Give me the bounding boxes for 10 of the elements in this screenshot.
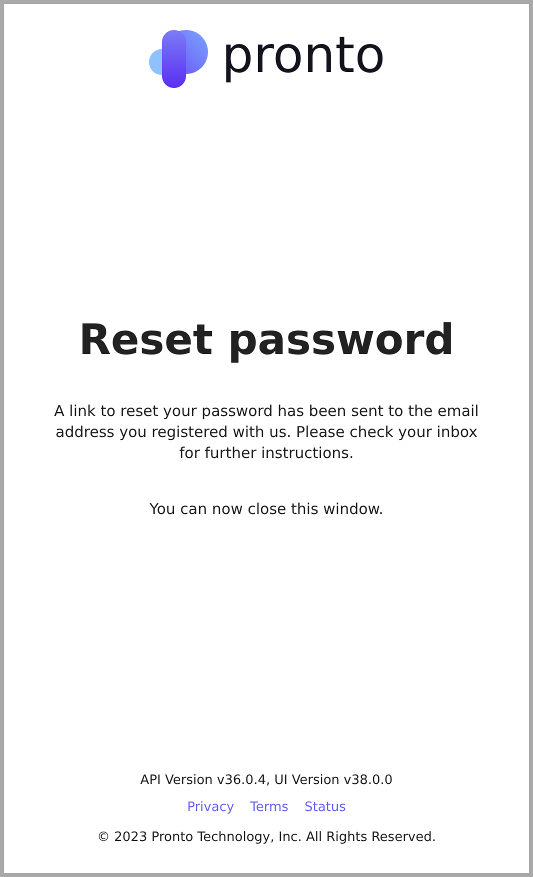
confirmation-message: A link to reset your password has been sent to the email address you registered with us. Please check your inbox for further instructions. [53, 401, 480, 464]
logo-wordmark: pronto [222, 30, 386, 86]
copyright-text: © 2023 Pronto Technology, Inc. All Rights Reserved. [97, 828, 436, 846]
version-text: API Version v36.0.4, UI Version v38.0.0 [140, 772, 393, 790]
close-window-note: You can now close this window. [150, 499, 384, 520]
footer-link[interactable]: Status [304, 798, 346, 818]
page-heading: Reset password [78, 314, 454, 366]
footer-link[interactable]: Terms [250, 798, 288, 818]
footer-link[interactable]: Privacy [187, 798, 234, 818]
logo-icon [148, 28, 210, 90]
